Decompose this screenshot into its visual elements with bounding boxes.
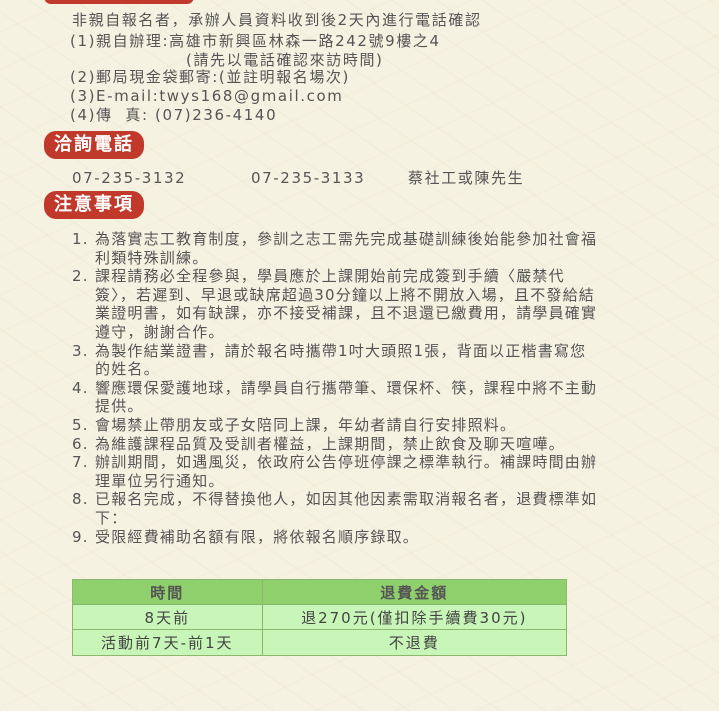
inquiry-heading: 洽詢電話	[44, 131, 144, 159]
note-text: 受限經費補助名額有限，將依報名順序錄取。	[95, 527, 420, 546]
note-number: 7.	[72, 453, 89, 472]
registration-intro: 非親自報名者，承辦人員資料收到後2天內進行電話確認	[72, 11, 482, 29]
table-row: 8天前 退270元(僅扣除手續費30元)	[72, 604, 568, 630]
note-item: 5. 會場禁止帶朋友或子女陪同上課，年幼者請自行安排照料。	[72, 416, 602, 435]
refund-time-cell: 活動前7天-前1天	[72, 629, 263, 656]
note-number: 9.	[72, 527, 89, 546]
registration-method-3: (3)E-mail:twys168@gmail.com	[70, 87, 344, 105]
note-text: 響應環保愛護地球，請學員自行攜帶筆、環保杯、筷，課程中將不主動提供。	[95, 378, 598, 416]
note-item: 6. 為維護課程品質及受訓者權益，上課期間，禁止飲食及聊天喧嘩。	[72, 435, 602, 454]
note-number: 3.	[72, 341, 89, 360]
note-text: 會場禁止帶朋友或子女陪同上課，年幼者請自行安排照料。	[95, 415, 517, 434]
refund-table-header: 時間 退費金額	[72, 579, 568, 605]
note-item: 1. 為落實志工教育制度，參訓之志工需先完成基礎訓練後始能參加社會福利類特殊訓練。	[72, 230, 602, 267]
refund-header-time: 時間	[72, 579, 263, 605]
note-item: 7. 辦訓期間，如遇風災，依政府公告停班停課之標準執行。補課時間由辦理單位另行通知…	[72, 453, 602, 490]
inquiry-phone-2: 07-235-3133	[251, 169, 366, 187]
inquiry-contact: 蔡社工或陳先生	[408, 169, 525, 187]
registration-method-1: (1)親自辦理:高雄市新興區林森一路242號9樓之4	[70, 32, 441, 50]
note-text: 為落實志工教育制度，參訓之志工需先完成基礎訓練後始能參加社會福利類特殊訓練。	[95, 230, 598, 267]
note-text: 辦訓期間，如遇風災，依政府公告停班停課之標準執行。補課時間由辦理單位另行通知。	[95, 453, 598, 490]
note-text: 課程請務必全程參與，學員應於上課開始前完成簽到手續〈嚴禁代簽〉，若遲到、早退或缺…	[95, 267, 598, 341]
note-item: 8. 已報名完成，不得替換他人，如因其他因素需取消報名者，退費標準如下：	[72, 490, 602, 527]
notes-heading: 注意事項	[44, 191, 144, 219]
refund-table: 時間 退費金額 8天前 退270元(僅扣除手續費30元) 活動前7天-前1天 不…	[72, 579, 568, 656]
inquiry-phone-1: 07-235-3132	[72, 169, 187, 187]
note-number: 6.	[72, 434, 89, 453]
refund-amount-cell: 退270元(僅扣除手續費30元)	[261, 604, 568, 630]
section-badge-partial	[44, 0, 194, 4]
note-text: 已報名完成，不得替換他人，如因其他因素需取消報名者，退費標準如下：	[95, 490, 598, 527]
note-item: 2. 課程請務必全程參與，學員應於上課開始前完成簽到手續〈嚴禁代簽〉，若遲到、早退…	[72, 267, 602, 341]
note-text: 為維護課程品質及受訓者權益，上課期間，禁止飲食及聊天喧嘩。	[95, 434, 565, 453]
note-text: 為製作結業證書，請於報名時攜帶1吋大頭照1張，背面以正楷書寫您的姓名。	[95, 341, 587, 379]
refund-time-cell: 8天前	[72, 604, 263, 630]
registration-method-4: (4)傳 真: (07)236-4140	[70, 106, 278, 124]
note-number: 4.	[72, 378, 89, 397]
note-number: 2.	[72, 267, 89, 286]
note-number: 1.	[72, 230, 89, 248]
table-row: 活動前7天-前1天 不退費	[72, 629, 568, 656]
note-item: 4. 響應環保愛護地球，請學員自行攜帶筆、環保杯、筷，課程中將不主動提供。	[72, 379, 602, 416]
note-item: 3. 為製作結業證書，請於報名時攜帶1吋大頭照1張，背面以正楷書寫您的姓名。	[72, 342, 602, 379]
refund-amount-cell: 不退費	[261, 629, 568, 656]
registration-method-2: (2)郵局現金袋郵寄:(並註明報名場次)	[70, 68, 351, 86]
note-number: 5.	[72, 415, 89, 434]
note-number: 8.	[72, 490, 89, 509]
notes-list: 1. 為落實志工教育制度，參訓之志工需先完成基礎訓練後始能參加社會福利類特殊訓練。…	[72, 230, 602, 546]
note-item: 9. 受限經費補助名額有限，將依報名順序錄取。	[72, 528, 602, 547]
refund-header-amount: 退費金額	[261, 579, 568, 605]
